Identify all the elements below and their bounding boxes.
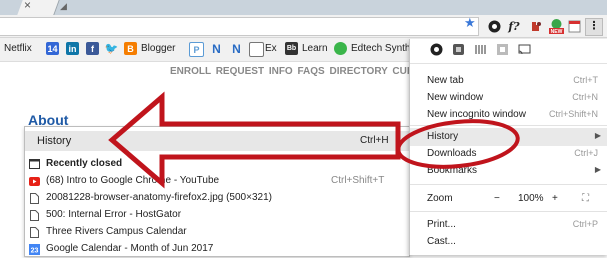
menu-item-print[interactable]: Print... Ctrl+P [410,216,607,234]
svg-text:23: 23 [31,247,39,254]
menu-item-label: Cast... [427,236,456,247]
menu-item-label: Downloads [427,148,477,159]
extension-bars-icon[interactable] [474,43,487,56]
page-icon [29,209,40,221]
twitter-icon[interactable]: 🐦 [105,42,119,55]
calendar-icon[interactable] [566,18,582,34]
fullscreen-icon[interactable]: ⛶ [582,193,589,204]
chrome-circle-icon[interactable] [430,43,443,56]
history-recently-closed: Recently closed [25,156,409,173]
menu-item-shortcut: Ctrl+P [572,219,598,229]
bookmark-netflix[interactable]: Netflix [4,43,32,54]
address-bar[interactable] [0,17,479,36]
learn-icon[interactable]: Bb [285,42,298,55]
menu-separator [410,125,607,126]
menu-separator [410,63,607,64]
history-header-label: History [37,135,72,147]
linkedin-icon[interactable]: in [66,42,79,55]
menu-separator [410,211,607,212]
list-item-shortcut: Ctrl+Shift+T [331,175,385,186]
calendar-14-icon[interactable]: 14 [46,42,59,55]
chrome-menu-button[interactable]: ⋮ [585,18,603,36]
list-item-label: Google Calendar - Month of Jun 2017 [46,243,214,254]
tab-close-icon[interactable]: × [24,0,31,12]
history-item[interactable]: 23 Google Calendar - Month of Jun 2017 [25,241,409,258]
menu-item-label: New tab [427,75,464,86]
ex-icon[interactable] [249,42,264,57]
menu-item-new-incognito-window[interactable]: New incognito window Ctrl+Shift+N [410,106,607,124]
zoom-level: 100% [518,193,544,204]
tab-strip: × ◢ [0,0,607,15]
chrome-circle-icon[interactable] [486,18,502,34]
browser-toolbar: ★ f? NEW ⋮ [0,15,607,38]
history-submenu-header[interactable]: History Ctrl+H [25,131,409,151]
list-item-label: 500: Internal Error - HostGator [46,209,182,220]
bookmark-learn[interactable]: Learn [302,43,328,54]
extension-square-icon[interactable] [452,43,465,56]
menu-item-shortcut: Ctrl+Shift+N [548,109,598,119]
red-extension-icon[interactable] [528,18,544,34]
menu-item-history[interactable]: History ▶ [410,128,607,146]
menu-item-label: Print... [427,219,456,230]
menu-item-bookmarks[interactable]: Bookmarks ▶ [410,162,607,180]
chrome-main-menu: New tab Ctrl+T New window Ctrl+N New inc… [409,39,607,255]
p-icon[interactable]: P [189,42,204,57]
menu-item-new-window[interactable]: New window Ctrl+N [410,89,607,107]
f-script-icon[interactable]: f? [506,18,522,34]
zoom-out-button[interactable]: − [494,193,500,204]
history-submenu: History Ctrl+H Recently closed (68) Intr… [24,126,410,257]
menu-separator [410,184,607,185]
page-icon [29,226,40,238]
page-icon [29,192,40,204]
menu-item-shortcut: Ctrl+J [574,148,598,158]
star-icon[interactable]: ★ [464,15,476,31]
submenu-arrow-icon: ▶ [594,165,601,174]
menu-item-shortcut: Ctrl+N [572,92,598,102]
history-item[interactable]: Three Rivers Campus Calendar [25,224,409,241]
n-icon-2[interactable]: N [230,42,243,56]
menu-item-label: New incognito window [427,109,526,120]
history-item[interactable]: (68) Intro to Google Chrome - YouTube Ct… [25,173,409,190]
google-calendar-icon: 23 [29,243,40,255]
menu-item-downloads[interactable]: Downloads Ctrl+J [410,145,607,163]
list-item-label: 20081228-browser-anatomy-firefox2.jpg (5… [46,192,272,203]
n-icon-1[interactable]: N [210,42,223,56]
history-item[interactable]: 20081228-browser-anatomy-firefox2.jpg (5… [25,190,409,207]
submenu-arrow-icon: ▶ [594,131,601,140]
site-navigation[interactable]: ENROLL REQUEST INFO FAQS DIRECTORY CUR [170,66,414,77]
cast-icon[interactable] [518,43,531,56]
menu-item-zoom: Zoom − 100% + ⛶ [410,190,607,208]
facebook-icon[interactable]: f [86,42,99,55]
menu-item-label: Zoom [427,193,453,204]
menu-item-label: New window [427,92,484,103]
menu-item-new-tab[interactable]: New tab Ctrl+T [410,72,607,90]
list-item-label: Three Rivers Campus Calendar [46,226,187,237]
youtube-icon [29,175,40,187]
list-item-label: (68) Intro to Google Chrome - YouTube [46,175,220,186]
bookmark-ex[interactable]: Ex [265,43,277,54]
history-item[interactable]: 500: Internal Error - HostGator [25,207,409,224]
menu-item-shortcut: Ctrl+T [573,75,598,85]
menu-item-label: Bookmarks [427,165,478,176]
menu-item-label: History [427,131,459,142]
history-header-shortcut: Ctrl+H [360,135,389,146]
window-icon [29,158,40,170]
blogger-icon[interactable]: B [124,42,137,55]
list-item-label: Recently closed [46,158,123,169]
menu-extension-icons [410,39,607,61]
edtech-icon[interactable] [334,42,347,55]
rss-new-icon[interactable]: NEW [548,18,564,34]
menu-item-cast[interactable]: Cast... [410,233,607,251]
bookmark-blogger[interactable]: Blogger [141,43,175,54]
zoom-in-button[interactable]: + [552,193,558,204]
svg-text:NEW: NEW [550,29,562,34]
new-tab-button[interactable]: ◢ [60,1,67,12]
extension-box-icon[interactable] [496,43,509,56]
